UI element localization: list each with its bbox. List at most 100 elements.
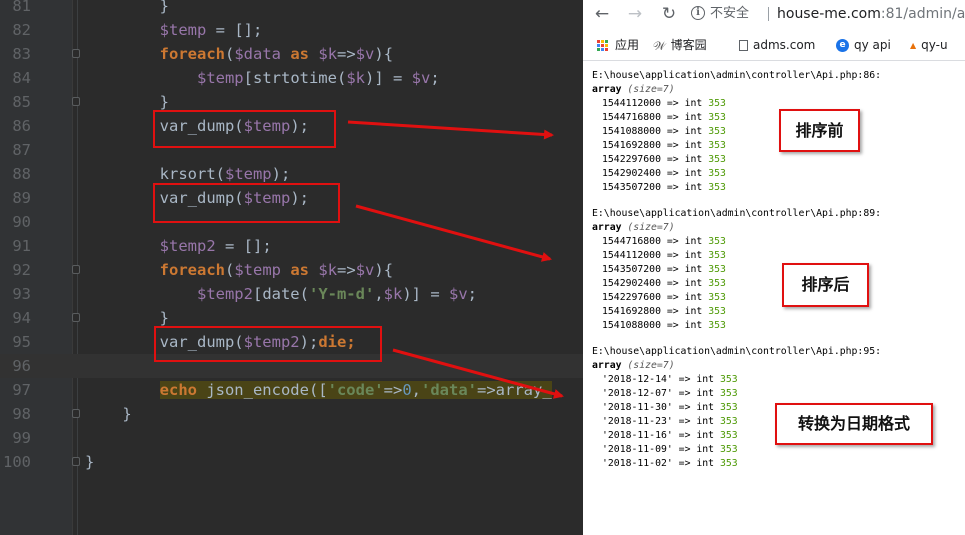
code-token: $v [355,45,375,63]
dump-value: 353 [708,264,726,275]
fold-marker-icon[interactable] [72,313,80,322]
line-number: 83 [12,45,31,63]
bookmark-label: adms.com [753,38,816,52]
bookmark-adms[interactable]: adms.com [739,36,815,54]
code-editor[interactable]: 81 } 82 $temp = []; 83 foreach($data as $k… [0,0,583,535]
code-token: $temp [224,165,272,183]
code-text: foreach($data as $k=>$v){ [85,42,393,66]
bookmark-qy-api[interactable]: e qy api [836,36,891,54]
line-number: 88 [12,165,31,183]
dump-value: 353 [719,444,738,455]
line-number: 95 [12,333,31,351]
note-before-sort: 排序前 [779,109,860,152]
dump-key: 1541692800 [602,306,661,317]
dump-type: int [696,374,715,385]
line-number: 96 [12,357,31,375]
address-bar[interactable]: i 不安全 house-me.com:81/admin/a [691,2,965,26]
code-line[interactable]: 83 foreach($data as $k=>$v){ [0,42,583,66]
dump-row: 1541088000 => int 353 [602,319,726,333]
forward-arrow-icon[interactable]: → [624,3,646,25]
code-text: $temp[strtotime($k)] = $v; [85,66,440,90]
dump-type: int [684,250,703,261]
dump-key: '2018-11-09' [602,444,673,455]
code-text: $temp2[date('Y-m-d',$k)] = $v; [85,282,477,306]
dump-type: int [696,388,715,399]
code-token: )] = [402,285,449,303]
fold-marker-icon[interactable] [72,97,80,106]
dump-type: int [684,182,703,193]
dump-key: 1544112000 [602,98,661,109]
array-keyword: array [592,84,622,95]
info-icon[interactable]: i [691,6,705,20]
code-token: $temp [196,69,244,87]
dump-key: '2018-12-07' [602,388,673,399]
bookmark-apps[interactable]: 应用 [597,36,639,54]
dump-type: int [696,430,715,441]
line-number: 91 [12,237,31,255]
fold-marker-icon[interactable] [72,265,80,274]
dump-row: '2018-11-09' => int 353 [602,443,738,457]
dump-arrow: => [660,182,685,193]
code-token: $v [449,285,468,303]
dump-row: 1541692800 => int 353 [602,305,726,319]
bookmark-blog[interactable]: 𝒲 博客园 [653,36,707,54]
dump-arrow: => [672,388,697,399]
code-line[interactable]: 100} [0,450,583,474]
dump-arrow: => [660,264,685,275]
code-line[interactable]: 91 $temp2 = []; [0,234,583,258]
code-line[interactable]: 98 } [0,402,583,426]
line-number: 90 [12,213,31,231]
dump-type: int [684,292,703,303]
dump-array-header: array (size=7) [592,83,675,97]
dump-value: 353 [719,416,738,427]
line-number: 87 [12,141,31,159]
url-text[interactable]: house-me.com:81/admin/a [777,2,965,26]
dump-value: 353 [719,458,738,469]
fold-marker-icon[interactable] [72,409,80,418]
page-icon [739,40,748,51]
dump-row: '2018-12-07' => int 353 [602,387,738,401]
dump-type: int [684,98,703,109]
highlight-box-line-86 [153,110,336,148]
dump-array-header: array (size=7) [592,221,675,235]
dump-type: int [696,402,715,413]
dump-value: 353 [708,306,726,317]
code-token: } [85,405,132,423]
code-line[interactable]: 81 } [0,0,583,18]
code-line[interactable]: 99 [0,426,583,450]
dump-file-path: E:\house\application\admin\controller\Ap… [592,70,882,81]
dump-arrow: => [660,168,685,179]
code-token: foreach [159,45,225,63]
code-line[interactable]: 82 $temp = []; [0,18,583,42]
code-line[interactable]: 84 $temp[strtotime($k)] = $v; [0,66,583,90]
bookmark-qy-u[interactable]: ▲ qy-u [910,36,948,54]
dump-key: 1544716800 [602,236,661,247]
line-number: 99 [12,429,31,447]
dump-type: int [684,320,703,331]
dump-arrow: => [660,98,685,109]
back-arrow-icon[interactable]: ← [591,3,613,25]
code-line[interactable]: 92 foreach($temp as $k=>$v){ [0,258,583,282]
dump-value: 353 [719,430,738,441]
code-token: , [374,285,384,303]
reload-icon[interactable]: ↻ [658,3,680,25]
fold-marker-icon[interactable] [72,457,80,466]
fold-marker-icon[interactable] [72,49,80,58]
code-token: $k [318,45,338,63]
dump-type: int [684,264,703,275]
dump-row: 1542297600 => int 353 [602,153,726,167]
code-token: $data [234,45,281,63]
code-line[interactable]: 97 echo json_encode(['code'=>0,'data'=>a… [0,378,583,402]
dump-row: '2018-11-02' => int 353 [602,457,738,471]
dump-key: '2018-11-16' [602,430,673,441]
dump-arrow: => [660,292,685,303]
dump-arrow: => [672,444,697,455]
code-token: json_encode([ [196,381,328,399]
code-line[interactable]: 93 $temp2[date('Y-m-d',$k)] = $v; [0,282,583,306]
dump-type: int [684,140,703,151]
dump-type: int [696,458,715,469]
code-text: } [85,0,169,18]
